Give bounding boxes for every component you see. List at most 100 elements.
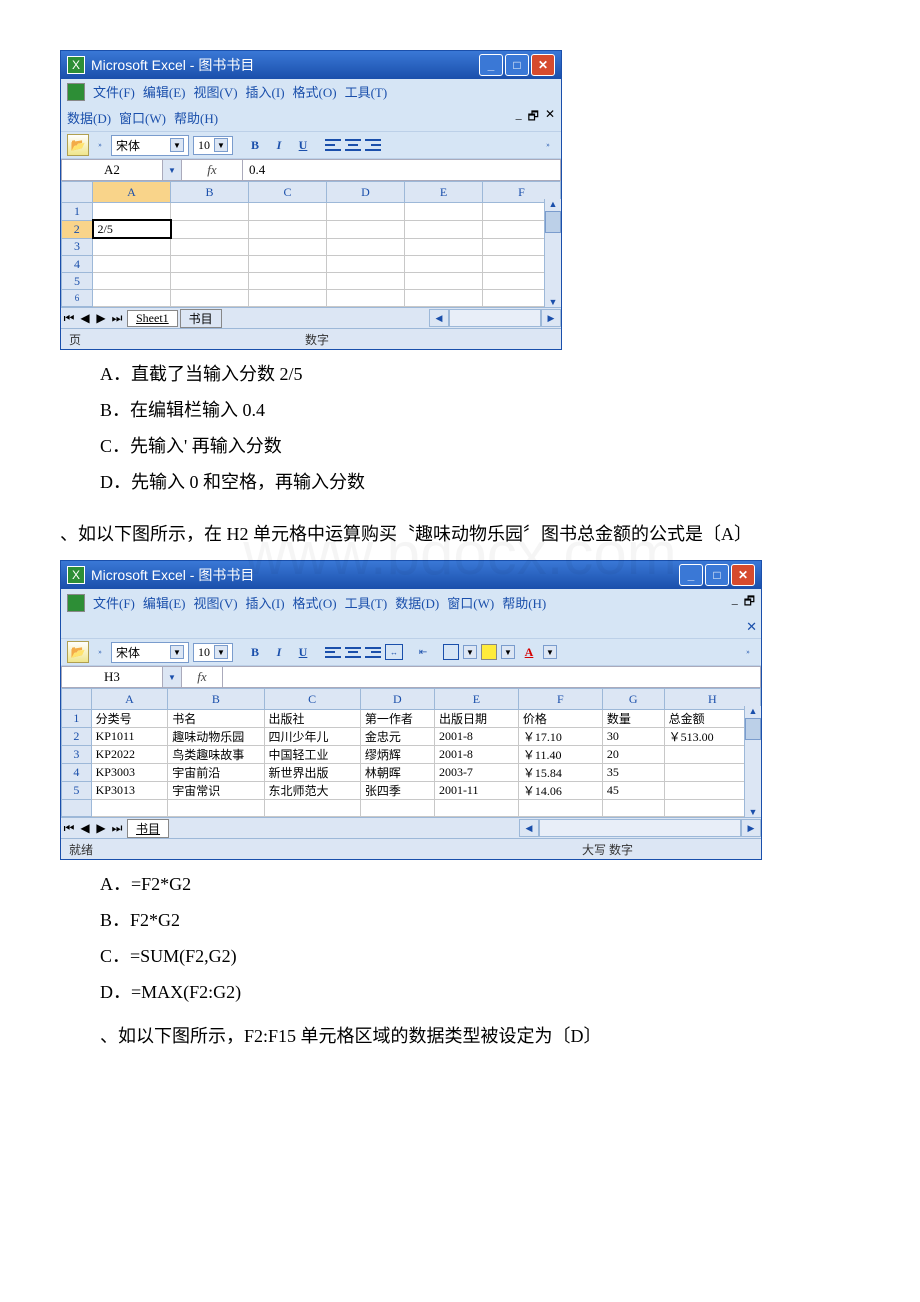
cell[interactable]: 缪炳辉 [360, 746, 434, 764]
menu-view[interactable]: 视图(V) [194, 593, 238, 612]
toolbar-overflow-icon[interactable]: » [93, 135, 107, 155]
hscroll-left-icon[interactable]: ◀ [429, 309, 449, 327]
sheet-tab-shumu[interactable]: 书目 [180, 309, 222, 328]
menu-data[interactable]: 数据(D) [395, 593, 439, 612]
cell[interactable]: KP3003 [91, 764, 168, 782]
cell[interactable]: 出版社 [264, 710, 360, 728]
cell[interactable]: KP1011 [91, 728, 168, 746]
menu-help[interactable]: 帮助(H) [502, 593, 546, 612]
menu-file[interactable]: 文件(F) [93, 82, 135, 101]
maximize-button[interactable]: □ [505, 54, 529, 76]
cell[interactable]: 鸟类趣味故事 [168, 746, 264, 764]
cell[interactable]: 第一作者 [360, 710, 434, 728]
menu-format[interactable]: 格式(O) [293, 593, 337, 612]
row-header[interactable]: 2 [62, 220, 93, 238]
fx-button[interactable]: fx [182, 667, 223, 687]
cell[interactable]: 新世界出版 [264, 764, 360, 782]
menu-data[interactable]: 数据(D) [67, 108, 111, 127]
row-header[interactable]: 5 [62, 273, 93, 290]
italic-button[interactable]: I [269, 135, 289, 155]
cell[interactable]: 35 [602, 764, 664, 782]
scroll-down-icon[interactable]: ▼ [549, 297, 558, 307]
col-header-D[interactable]: D [327, 182, 405, 203]
cell[interactable]: 林朝晖 [360, 764, 434, 782]
toolbar-overflow-icon[interactable]: » [541, 135, 555, 155]
name-box-dropdown[interactable]: ▼ [163, 667, 182, 687]
col-header-A[interactable]: A [93, 182, 171, 203]
cell[interactable]: 宇宙前沿 [168, 764, 264, 782]
row-header[interactable] [62, 800, 92, 817]
font-name-select[interactable]: 宋体 ▼ [111, 135, 189, 156]
col-header-C[interactable]: C [249, 182, 327, 203]
hscroll-right-icon[interactable]: ▶ [541, 309, 561, 327]
font-size-select[interactable]: 10 ▼ [193, 136, 233, 155]
chevron-down-icon[interactable]: ▼ [501, 645, 515, 659]
menu-view[interactable]: 视图(V) [194, 82, 238, 101]
bold-button[interactable]: B [245, 135, 265, 155]
name-box[interactable]: H3 [62, 667, 163, 687]
fill-color-button[interactable] [481, 644, 497, 660]
decrease-indent-button[interactable]: ⇤ [415, 645, 431, 659]
minimize-button[interactable]: _ [479, 54, 503, 76]
bold-button[interactable]: B [245, 642, 265, 662]
doc-close-button[interactable]: ✕ [746, 619, 757, 635]
menu-tools[interactable]: 工具(T) [345, 593, 388, 612]
scroll-down-icon[interactable]: ▼ [749, 807, 758, 817]
row-header[interactable]: 3 [62, 746, 92, 764]
cell[interactable]: KP2022 [91, 746, 168, 764]
col-header-D[interactable]: D [360, 689, 434, 710]
doc-minimize-button[interactable]: _ [732, 592, 738, 613]
sheet-tab-shumu[interactable]: 书目 [127, 819, 169, 838]
menu-edit[interactable]: 编辑(E) [143, 593, 186, 612]
cell[interactable]: 2001-11 [434, 782, 518, 800]
cell[interactable]: 价格 [518, 710, 602, 728]
cell[interactable]: 30 [602, 728, 664, 746]
col-header-C[interactable]: C [264, 689, 360, 710]
scroll-thumb[interactable] [545, 211, 561, 233]
cell[interactable]: ￥11.40 [518, 746, 602, 764]
toolbar-overflow-icon[interactable]: » [741, 642, 755, 662]
cell[interactable]: 2001-8 [434, 728, 518, 746]
menu-file[interactable]: 文件(F) [93, 593, 135, 612]
cell[interactable]: 宇宙常识 [168, 782, 264, 800]
select-all-corner[interactable] [62, 689, 92, 710]
spreadsheet-grid[interactable]: A B C D E F G H 1 分类号 书名 出版社 第一作者 出版日期 价… [61, 688, 761, 817]
col-header-F[interactable]: F [518, 689, 602, 710]
vertical-scrollbar[interactable]: ▲ ▼ [544, 199, 561, 307]
formula-input[interactable]: 0.4 [243, 160, 560, 180]
underline-button[interactable]: U [293, 642, 313, 662]
menu-edit[interactable]: 编辑(E) [143, 82, 186, 101]
cell[interactable]: 趣味动物乐园 [168, 728, 264, 746]
merge-center-button[interactable]: ↔ [385, 644, 403, 660]
doc-restore-button[interactable]: 🗗 [744, 592, 755, 613]
name-box[interactable]: A2 [62, 160, 163, 180]
row-header[interactable]: 2 [62, 728, 92, 746]
select-all-corner[interactable] [62, 182, 93, 203]
cell[interactable]: 20 [602, 746, 664, 764]
row-header[interactable]: 6 [62, 290, 93, 307]
col-header-A[interactable]: A [91, 689, 168, 710]
col-header-E[interactable]: E [434, 689, 518, 710]
menu-help[interactable]: 帮助(H) [174, 108, 218, 127]
align-right-button[interactable] [365, 138, 381, 152]
cell[interactable]: 分类号 [91, 710, 168, 728]
sheet-tab-sheet1[interactable]: Sheet1 [127, 310, 178, 327]
minimize-button[interactable]: _ [679, 564, 703, 586]
italic-button[interactable]: I [269, 642, 289, 662]
chevron-down-icon[interactable]: ▼ [543, 645, 557, 659]
row-header[interactable]: 1 [62, 710, 92, 728]
cell[interactable]: 四川少年儿 [264, 728, 360, 746]
menu-tools[interactable]: 工具(T) [345, 82, 388, 101]
hscroll-right-icon[interactable]: ▶ [741, 819, 761, 837]
cell[interactable]: 出版日期 [434, 710, 518, 728]
col-header-E[interactable]: E [405, 182, 483, 203]
align-right-button[interactable] [365, 645, 381, 659]
close-button[interactable]: ✕ [731, 564, 755, 586]
toolbar-overflow-icon[interactable]: » [93, 642, 107, 662]
spreadsheet-grid[interactable]: A B C D E F 1 2 2/5 3 4 5 6 ▲ ▼ [61, 181, 561, 307]
col-header-B[interactable]: B [171, 182, 249, 203]
formula-input[interactable] [223, 667, 760, 687]
font-size-select[interactable]: 10 ▼ [193, 643, 233, 662]
align-left-button[interactable] [325, 645, 341, 659]
font-color-button[interactable]: A [519, 642, 539, 662]
